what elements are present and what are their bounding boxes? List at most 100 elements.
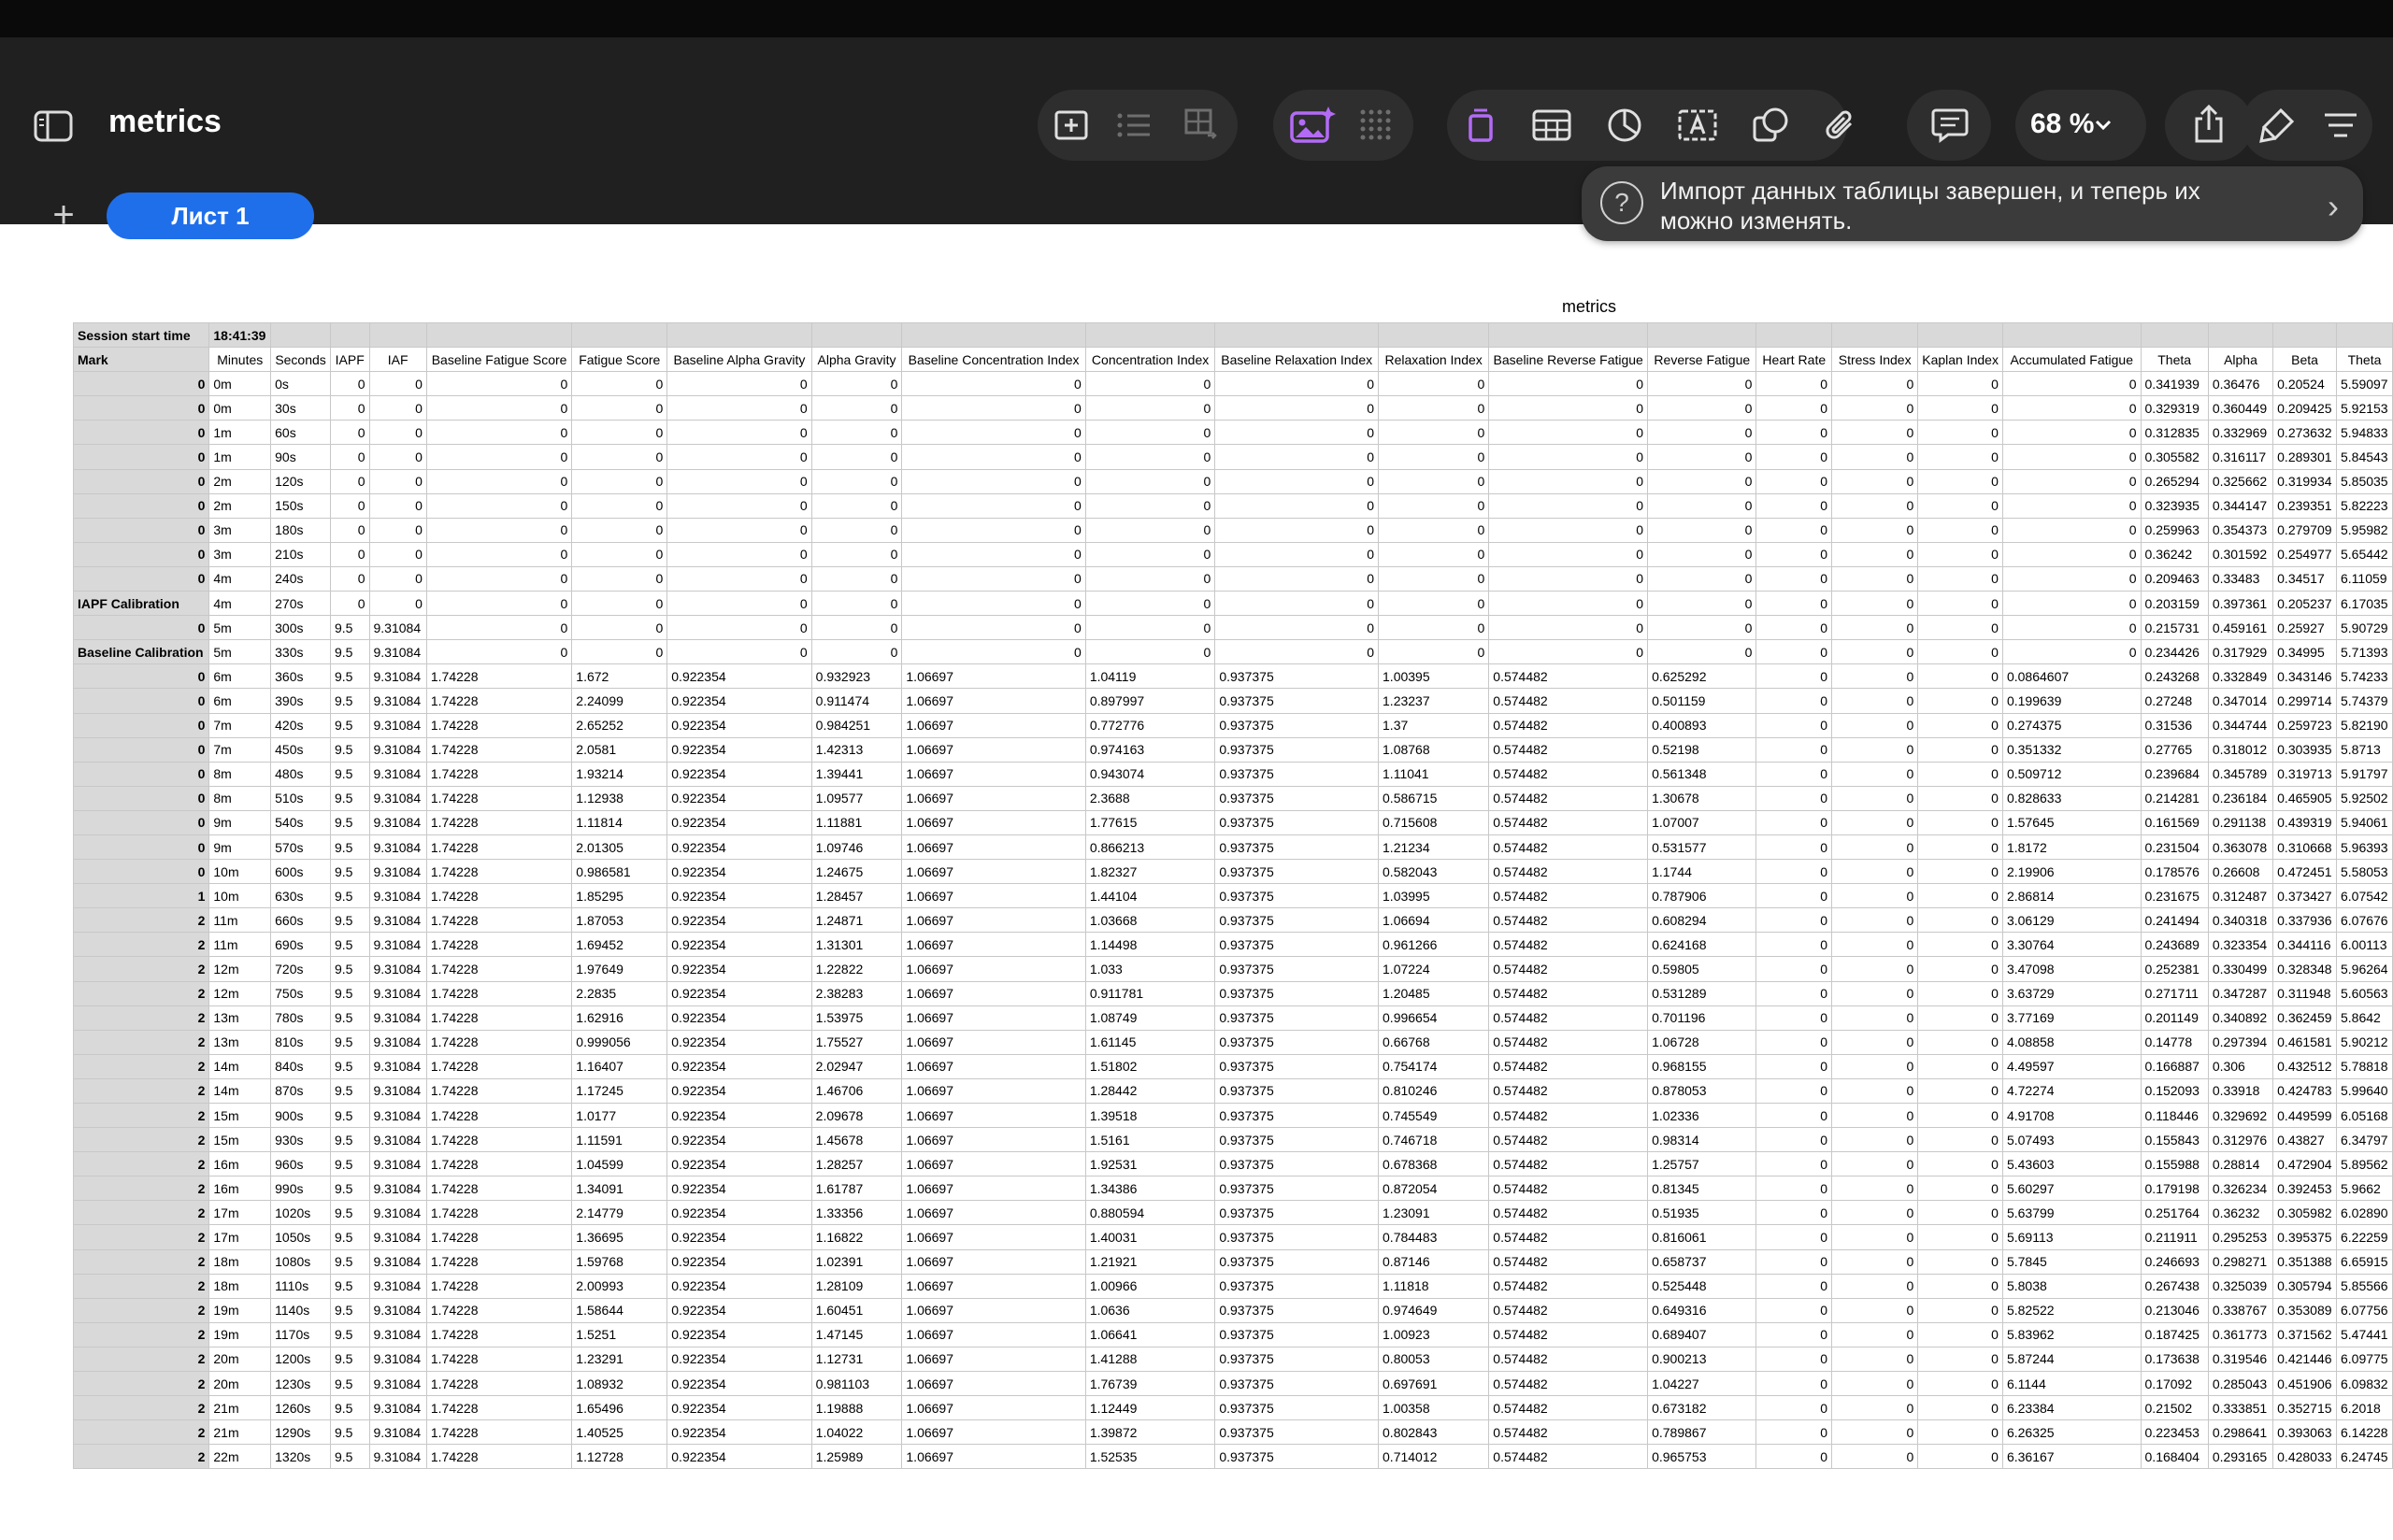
table-cell[interactable]: 1.69452 <box>571 932 668 958</box>
table-cell[interactable]: 0.810246 <box>1378 1077 1490 1105</box>
table-cell[interactable]: 1.00358 <box>1378 1395 1490 1421</box>
table-cell[interactable]: 9m <box>208 809 272 835</box>
table-cell[interactable]: 1.06641 <box>1084 1321 1216 1348</box>
table-cell[interactable]: 0 <box>1488 639 1649 665</box>
table-cell[interactable]: 0 <box>1755 492 1833 519</box>
table-cell[interactable]: 0 <box>1488 444 1649 470</box>
table-cell[interactable]: 0 <box>1831 1053 1919 1079</box>
table-cell[interactable]: 1.46706 <box>810 1077 903 1105</box>
image-ai-icon[interactable] <box>1288 101 1339 150</box>
table-cell[interactable]: 0 <box>1831 932 1919 958</box>
table-cell[interactable]: 0.715608 <box>1378 809 1490 835</box>
table-cell[interactable]: 0 <box>810 395 903 421</box>
table-cell[interactable]: 1.34091 <box>571 1176 668 1202</box>
table-cell[interactable]: 0.922354 <box>666 1224 812 1250</box>
table-cell[interactable]: 0 <box>1755 1444 1833 1470</box>
table-cell[interactable]: 0 <box>425 591 573 617</box>
table-cell[interactable]: 0 <box>1488 565 1649 592</box>
table-cell[interactable]: 0 <box>425 565 573 592</box>
table-cell[interactable]: 0 <box>1917 809 2003 835</box>
table-cell[interactable]: 0.937375 <box>1214 1273 1380 1299</box>
table-cell[interactable]: 0 <box>571 395 668 421</box>
table-cell[interactable]: 5.7845 <box>2001 1248 2142 1275</box>
table-cell[interactable]: 9.31084 <box>368 1053 427 1079</box>
table-cell[interactable]: 0 <box>1755 1297 1833 1323</box>
table-cell[interactable]: 5.69113 <box>2001 1224 2142 1250</box>
table-cell[interactable]: 0.649316 <box>1647 1297 1757 1323</box>
table-cell[interactable]: 0 <box>1755 541 1833 567</box>
table-cell[interactable]: 0.673182 <box>1647 1395 1757 1421</box>
table-cell[interactable]: 0.305582 <box>2140 444 2209 470</box>
table-cell[interactable]: 0 <box>1917 761 2003 787</box>
table-cell[interactable]: 9.5 <box>329 639 370 665</box>
table-cell[interactable]: 0 <box>1917 1371 2003 1397</box>
table-cell[interactable]: 1.74228 <box>425 1127 573 1153</box>
table-cell[interactable]: 9.31084 <box>368 712 427 738</box>
table-cell[interactable]: 0 <box>1378 565 1490 592</box>
table-cell[interactable]: 1.09746 <box>810 834 903 861</box>
table-cell[interactable]: 0.178576 <box>2140 859 2209 885</box>
table-cell[interactable]: 0 <box>1755 1053 1833 1079</box>
table-cell[interactable]: 0.922354 <box>666 712 812 738</box>
table-cell[interactable]: 0.574482 <box>1488 688 1649 714</box>
table-cell[interactable]: 5.83962 <box>2001 1321 2142 1348</box>
table-cell[interactable]: 1.45678 <box>810 1127 903 1153</box>
table-cell[interactable]: 13m <box>208 1029 272 1055</box>
table-cell[interactable]: 0.574482 <box>1488 1077 1649 1105</box>
table-cell[interactable]: 9.5 <box>329 1200 370 1226</box>
table-cell[interactable]: 5.92153 <box>2335 395 2393 421</box>
table-cell[interactable]: 0.461581 <box>2272 1029 2337 1055</box>
table-cell[interactable]: 1.11881 <box>810 809 903 835</box>
table-cell[interactable]: 1.06697 <box>901 1248 1086 1275</box>
table-cell[interactable]: 0 <box>901 615 1086 641</box>
table-cell[interactable]: 1.04119 <box>1084 663 1216 690</box>
table-cell[interactable]: 0 <box>1917 956 2003 982</box>
table-cell[interactable]: 0 <box>1831 956 1919 982</box>
mark-cell[interactable]: 2 <box>72 907 210 934</box>
table-cell[interactable]: 1.74228 <box>425 1248 573 1275</box>
table-cell[interactable]: 0 <box>1831 1151 1919 1177</box>
mark-cell[interactable]: 0 <box>72 809 210 835</box>
table-cell[interactable]: 150s <box>270 492 331 519</box>
table-cell[interactable]: 0.937375 <box>1214 859 1380 885</box>
table-cell[interactable]: 9.31084 <box>368 1224 427 1250</box>
table-cell[interactable]: 3.47098 <box>2001 956 2142 982</box>
mark-cell[interactable]: 0 <box>72 712 210 738</box>
table-cell[interactable]: 0.574482 <box>1488 859 1649 885</box>
table-cell[interactable]: 3m <box>208 541 272 567</box>
table-cell[interactable]: 9.31084 <box>368 663 427 690</box>
table-cell[interactable]: 0 <box>1917 712 2003 738</box>
table-cell[interactable]: 0.303935 <box>2272 736 2337 763</box>
table-cell[interactable]: 0.574482 <box>1488 1321 1649 1348</box>
table-cell[interactable]: 1.23091 <box>1378 1200 1490 1226</box>
table-cell[interactable]: 0 <box>1488 492 1649 519</box>
table-cell[interactable]: 0 <box>1917 1102 2003 1129</box>
table-cell[interactable]: 0.299714 <box>2272 688 2337 714</box>
table-cell[interactable]: 0.337936 <box>2272 907 2337 934</box>
table-cell[interactable]: 9.5 <box>329 956 370 982</box>
table-cell[interactable]: 0.911474 <box>810 688 903 714</box>
table-cell[interactable]: 6.17035 <box>2335 591 2393 617</box>
table-cell[interactable]: 0.20524 <box>2272 371 2337 397</box>
table-cell[interactable]: 1.58644 <box>571 1297 668 1323</box>
table-cell[interactable]: 9.5 <box>329 663 370 690</box>
table-cell[interactable]: 1290s <box>270 1419 331 1446</box>
table-cell[interactable]: 4.91708 <box>2001 1102 2142 1129</box>
table-cell[interactable]: 0.574482 <box>1488 1248 1649 1275</box>
table-cell[interactable]: 1.06697 <box>901 809 1086 835</box>
table-cell[interactable]: 0.816061 <box>1647 1224 1757 1250</box>
table-cell[interactable]: 1.74228 <box>425 1151 573 1177</box>
column-header[interactable]: Minutes <box>208 347 272 373</box>
column-header[interactable]: Baseline Alpha Gravity <box>666 347 812 373</box>
table-cell[interactable]: 0 <box>1831 1102 1919 1129</box>
table-cell[interactable]: 0 <box>1755 1151 1833 1177</box>
table-cell[interactable]: 0 <box>1647 492 1757 519</box>
table-cell[interactable]: 0 <box>329 517 370 543</box>
table-cell[interactable]: 0.298641 <box>2207 1419 2274 1446</box>
table-cell[interactable]: 0 <box>666 395 812 421</box>
table-cell[interactable]: 1.57645 <box>2001 809 2142 835</box>
table-cell[interactable]: 9.5 <box>329 883 370 909</box>
mark-cell[interactable]: 2 <box>72 1371 210 1397</box>
table-cell[interactable]: 0 <box>1647 371 1757 397</box>
table-cell[interactable]: 0.340892 <box>2207 1005 2274 1031</box>
